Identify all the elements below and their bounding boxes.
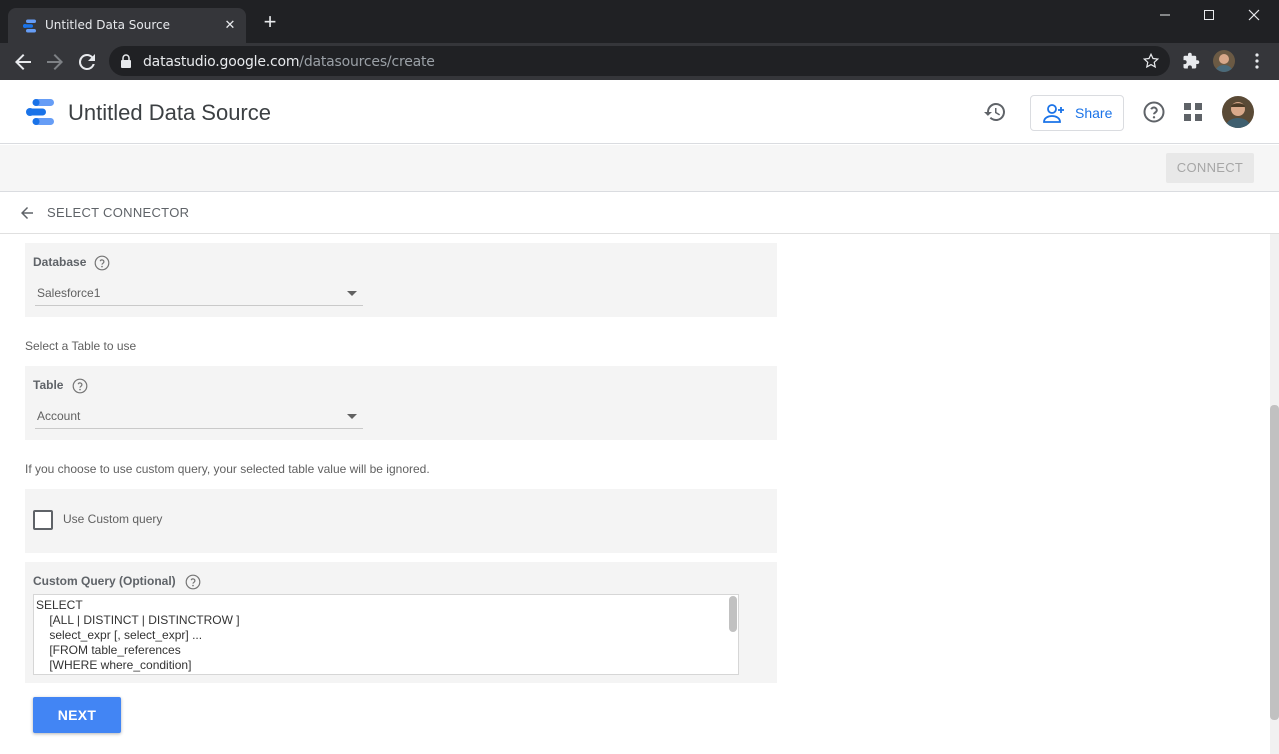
select-connector-bar: SELECT CONNECTOR [0,192,1279,234]
browser-titlebar: Untitled Data Source ✕ + [0,0,1279,43]
url-host: datastudio.google.com [143,54,300,70]
tab-title: Untitled Data Source [45,18,170,32]
next-button[interactable]: NEXT [33,697,121,733]
connect-button[interactable]: CONNECT [1166,153,1254,183]
custom-query-hint-text: If you choose to use custom query, your … [25,462,430,476]
datastudio-logo-icon[interactable] [25,97,55,127]
database-help-icon[interactable] [94,255,110,271]
table-panel: Table Account [25,366,777,440]
table-label: Table [33,378,64,392]
window-minimize-icon[interactable] [1151,4,1179,26]
add-person-icon [1043,104,1064,123]
datastudio-favicon-icon [23,19,36,33]
chevron-down-icon [347,291,357,296]
window-close-icon[interactable] [1240,4,1268,26]
page-scrollbar-thumb[interactable] [1270,405,1279,720]
query-scrollbar[interactable] [729,596,737,632]
database-label: Database [33,255,87,269]
use-custom-query-checkbox[interactable] [33,510,53,530]
address-bar[interactable]: datastudio.google.com/datasources/create [109,46,1170,76]
app-header: Untitled Data Source Share [0,80,1279,144]
star-icon[interactable] [1142,52,1160,70]
custom-query-help-icon[interactable] [185,574,201,590]
share-label: Share [1075,105,1113,121]
help-icon[interactable] [1142,100,1166,124]
page-title[interactable]: Untitled Data Source [68,100,271,126]
back-arrow-icon[interactable] [18,204,36,222]
database-select-value: Salesforce1 [37,286,101,300]
table-select[interactable]: Account [35,405,363,429]
select-connector-link[interactable]: SELECT CONNECTOR [47,205,189,220]
url-path: /datasources/create [299,54,435,70]
share-button[interactable]: Share [1030,95,1124,131]
extensions-icon[interactable] [1182,52,1200,70]
reload-icon[interactable] [75,50,99,74]
tab-close-icon[interactable]: ✕ [222,17,238,33]
apps-grid-icon[interactable] [1182,101,1204,123]
table-select-value: Account [37,409,81,423]
profile-avatar-small[interactable] [1213,50,1235,72]
history-icon[interactable] [983,100,1007,124]
table-help-icon[interactable] [72,378,88,394]
table-hint-text: Select a Table to use [25,339,137,353]
custom-query-panel: Custom Query (Optional) SELECT [ALL | DI… [25,562,777,683]
browser-tab[interactable]: Untitled Data Source ✕ [8,8,246,43]
back-icon[interactable] [11,50,35,74]
custom-query-text: SELECT [ALL | DISTINCT | DISTINCTROW ] s… [36,598,240,672]
database-select[interactable]: Salesforce1 [35,282,363,306]
custom-query-textarea[interactable]: SELECT [ALL | DISTINCT | DISTINCTROW ] s… [33,594,739,675]
use-custom-query-label[interactable]: Use Custom query [63,512,162,526]
connector-config-form: Database Salesforce1 Select a Table to u… [0,234,1270,754]
url-text: datastudio.google.com/datasources/create [143,54,435,70]
avatar[interactable] [1222,96,1254,128]
chrome-menu-icon[interactable] [1247,51,1267,71]
new-tab-icon[interactable]: + [260,11,280,33]
database-panel: Database Salesforce1 [25,243,777,317]
lock-icon [121,54,131,68]
connect-bar: CONNECT [0,145,1279,192]
custom-query-label: Custom Query (Optional) [33,574,176,588]
forward-icon[interactable] [43,50,67,74]
use-custom-query-panel: Use Custom query [25,489,777,553]
chevron-down-icon [347,414,357,419]
window-maximize-icon[interactable] [1195,4,1223,26]
browser-toolbar: datastudio.google.com/datasources/create [0,43,1279,80]
